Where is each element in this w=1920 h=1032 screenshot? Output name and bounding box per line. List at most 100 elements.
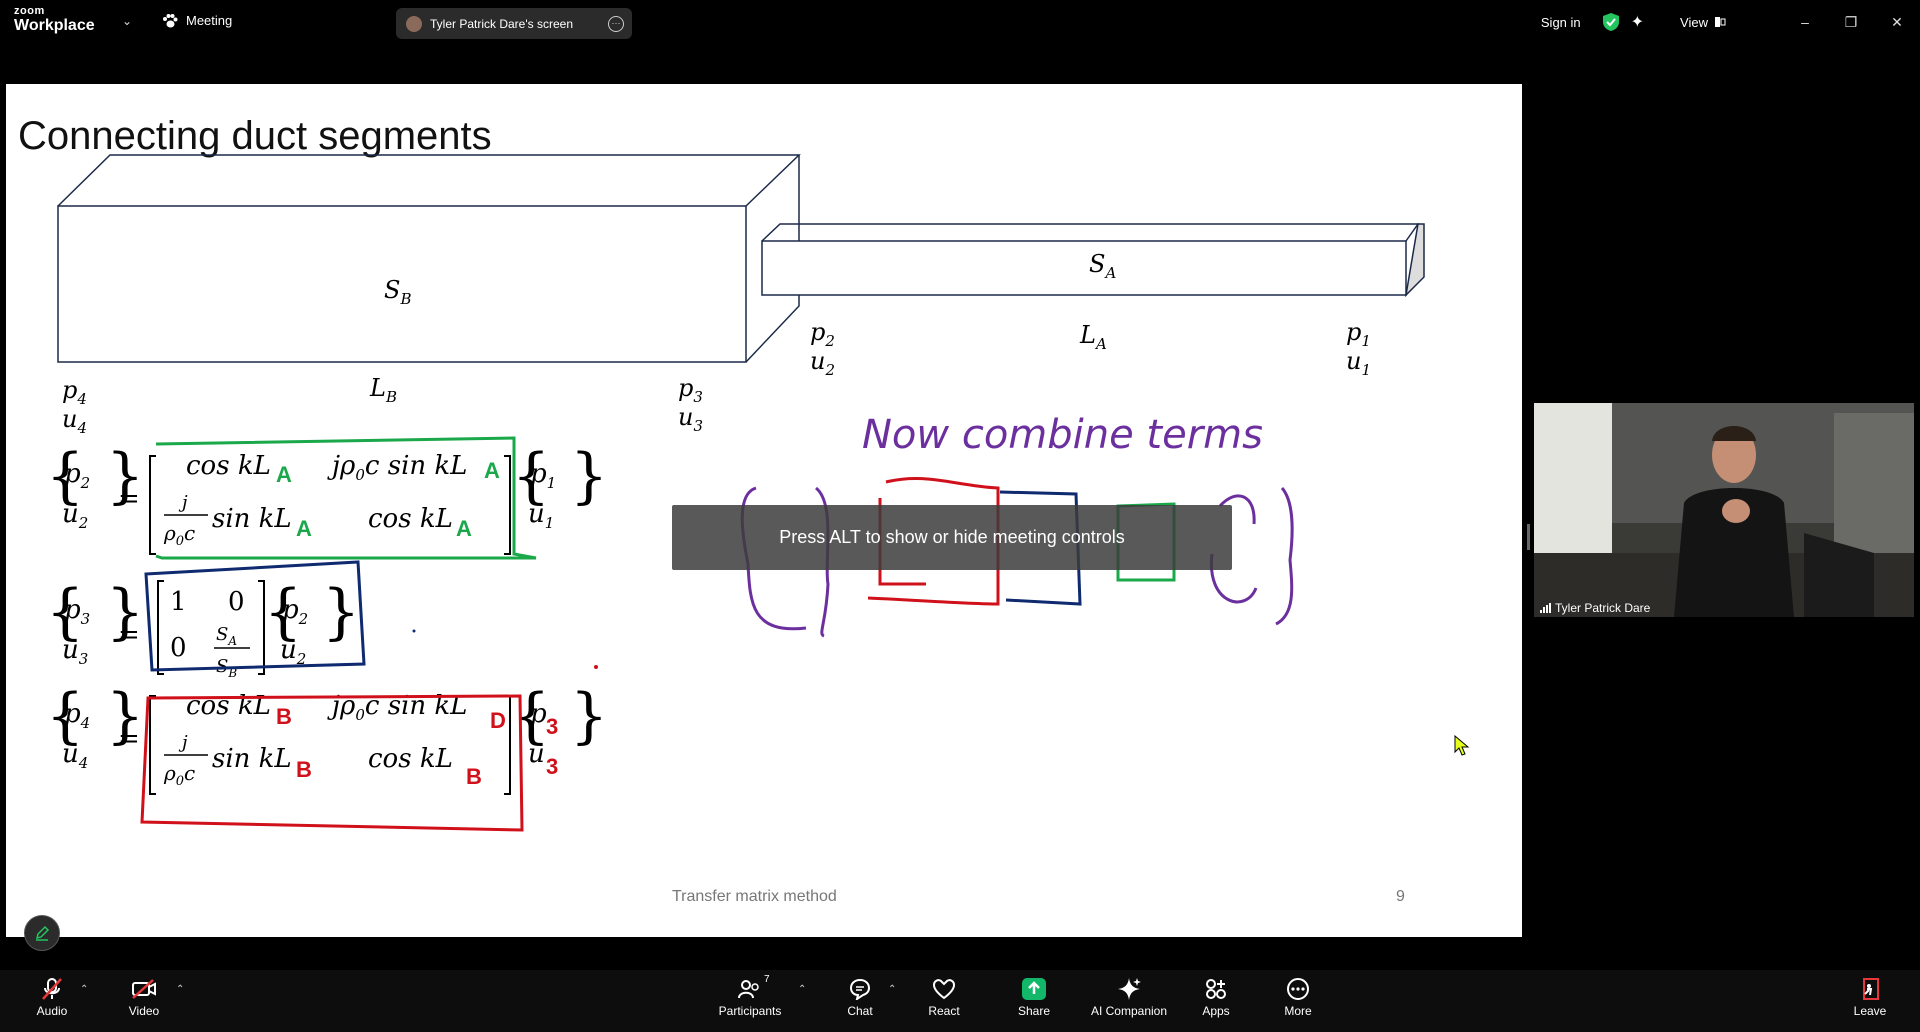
participant-name: Tyler Patrick Dare <box>1555 601 1651 615</box>
apps-grid-icon <box>1206 979 1226 999</box>
video-label: Video <box>128 1004 160 1018</box>
ai-companion-button[interactable]: AI Companion <box>1090 976 1168 1018</box>
zoom-workplace-logo: zoom Workplace <box>14 6 95 34</box>
participant-video-feed <box>1534 403 1914 617</box>
title-bar: zoom Workplace ⌄ Meeting Tyler Patrick D… <box>0 0 1920 44</box>
label-u2: u2 <box>810 347 835 379</box>
audio-label: Audio <box>36 1004 68 1018</box>
svg-text:u2: u2 <box>62 499 88 532</box>
more-label: More <box>1284 1004 1312 1018</box>
svg-text:jρ0c sin kL: jρ0c sin kL <box>327 451 467 484</box>
panel-resize-handle[interactable] <box>1527 524 1530 550</box>
svg-text:ρ0c: ρ0c <box>163 521 195 549</box>
leave-button[interactable]: Leave <box>1830 976 1910 1018</box>
svg-text:1: 1 <box>170 587 187 617</box>
svg-text:B: B <box>466 764 482 789</box>
close-window-button[interactable]: ✕ <box>1874 14 1920 31</box>
svg-text:p2: p2 <box>282 595 308 628</box>
view-menu[interactable]: View <box>1680 15 1726 30</box>
label-la: LA <box>1079 321 1107 353</box>
video-options-caret[interactable]: ⌃ <box>176 984 184 995</box>
shared-screen-label: Tyler Patrick Dare's screen <box>430 16 573 31</box>
annotate-pen-button[interactable] <box>24 915 60 951</box>
svg-text:A: A <box>484 458 500 483</box>
svg-text:u4: u4 <box>62 739 88 772</box>
label-lb: LB <box>369 374 397 406</box>
label-p4: p4 <box>62 376 87 408</box>
chat-label: Chat <box>847 1004 873 1018</box>
shared-screen-pill[interactable]: Tyler Patrick Dare's screen ⋯ <box>396 8 632 39</box>
svg-text:A: A <box>456 516 472 541</box>
presenter-avatar <box>406 15 422 32</box>
svg-text:}: } <box>322 577 360 647</box>
logo-line-2: Workplace <box>14 17 95 34</box>
slide-footer: Transfer matrix method <box>672 888 837 905</box>
svg-text:cos kL: cos kL <box>186 451 271 481</box>
participant-name-tag: Tyler Patrick Dare <box>1540 601 1650 615</box>
sign-in-link[interactable]: Sign in <box>1541 15 1581 30</box>
ai-sparkle-icon[interactable]: ✦ <box>1631 12 1644 32</box>
apps-button[interactable]: Apps <box>1176 976 1256 1018</box>
svg-text:A: A <box>296 516 312 541</box>
ai-companion-label: AI Companion <box>1090 1004 1168 1018</box>
svg-text:3: 3 <box>546 754 558 779</box>
chevron-down-icon[interactable]: ⌄ <box>122 14 132 28</box>
svg-text:=: = <box>118 620 140 650</box>
more-button[interactable]: More <box>1258 976 1338 1018</box>
participants-options-caret[interactable]: ⌃ <box>798 984 806 995</box>
svg-text:}: } <box>570 681 608 751</box>
svg-text:0: 0 <box>228 587 245 617</box>
share-label: Share <box>1017 1004 1051 1018</box>
connection-signal-icon <box>1540 603 1551 613</box>
restore-button[interactable]: ❐ <box>1828 14 1874 31</box>
view-label: View <box>1680 14 1708 30</box>
participants-icon <box>738 980 759 999</box>
heart-icon <box>932 979 956 1000</box>
label-p1: p1 <box>1346 318 1371 350</box>
meeting-menu[interactable]: Meeting <box>162 13 232 28</box>
svg-text:u3: u3 <box>62 635 88 668</box>
svg-text:B: B <box>296 757 312 782</box>
chat-button[interactable]: Chat <box>820 976 900 1018</box>
chat-options-caret[interactable]: ⌃ <box>888 984 896 995</box>
svg-text:p1: p1 <box>530 459 556 492</box>
leave-label: Leave <box>1853 1004 1887 1018</box>
security-shield-icon[interactable] <box>1602 13 1619 31</box>
svg-text:sin kL: sin kL <box>212 504 292 534</box>
participants-button[interactable]: 7 Participants <box>710 974 790 1018</box>
participant-video-tile[interactable]: Tyler Patrick Dare <box>1534 403 1914 617</box>
label-p2: p2 <box>810 318 835 350</box>
view-layout-icon <box>1715 17 1726 27</box>
minimize-button[interactable]: – <box>1782 14 1828 30</box>
label-u4: u4 <box>62 405 87 437</box>
participants-label: Participants <box>718 1004 782 1018</box>
svg-text:3: 3 <box>546 714 558 739</box>
svg-text:sin kL: sin kL <box>212 744 292 774</box>
svg-text:A: A <box>276 462 292 487</box>
audio-button[interactable]: Audio <box>12 976 92 1018</box>
camera-off-icon <box>132 979 156 999</box>
share-button[interactable]: Share <box>994 976 1074 1018</box>
react-label: React <box>928 1004 960 1018</box>
react-button[interactable]: React <box>904 976 984 1018</box>
more-options-icon[interactable]: ⋯ <box>608 16 624 32</box>
label-u3: u3 <box>678 403 703 435</box>
meeting-paw-icon <box>163 13 178 27</box>
svg-text:cos kL: cos kL <box>368 504 453 534</box>
svg-text:u: u <box>528 739 545 769</box>
svg-text:p2: p2 <box>64 459 90 492</box>
audio-options-caret[interactable]: ⌃ <box>80 984 88 995</box>
logo-line-1: zoom <box>14 5 45 17</box>
mouse-cursor-icon <box>1454 735 1470 756</box>
svg-text:p3: p3 <box>64 595 90 628</box>
video-button[interactable]: Video <box>104 976 184 1018</box>
svg-text:=: = <box>118 484 140 514</box>
svg-text:cos kL: cos kL <box>186 691 271 721</box>
svg-text:D: D <box>490 708 506 733</box>
svg-text:u2: u2 <box>280 635 306 668</box>
equation-1: { p2 u2 } = cos kL jρ0c sin kL j ρ0c sin… <box>46 441 608 555</box>
svg-text:=: = <box>118 724 140 754</box>
svg-text:}: } <box>570 441 608 511</box>
svg-text:j: j <box>178 492 188 513</box>
handwritten-heading: Now combine terms <box>862 412 1263 458</box>
